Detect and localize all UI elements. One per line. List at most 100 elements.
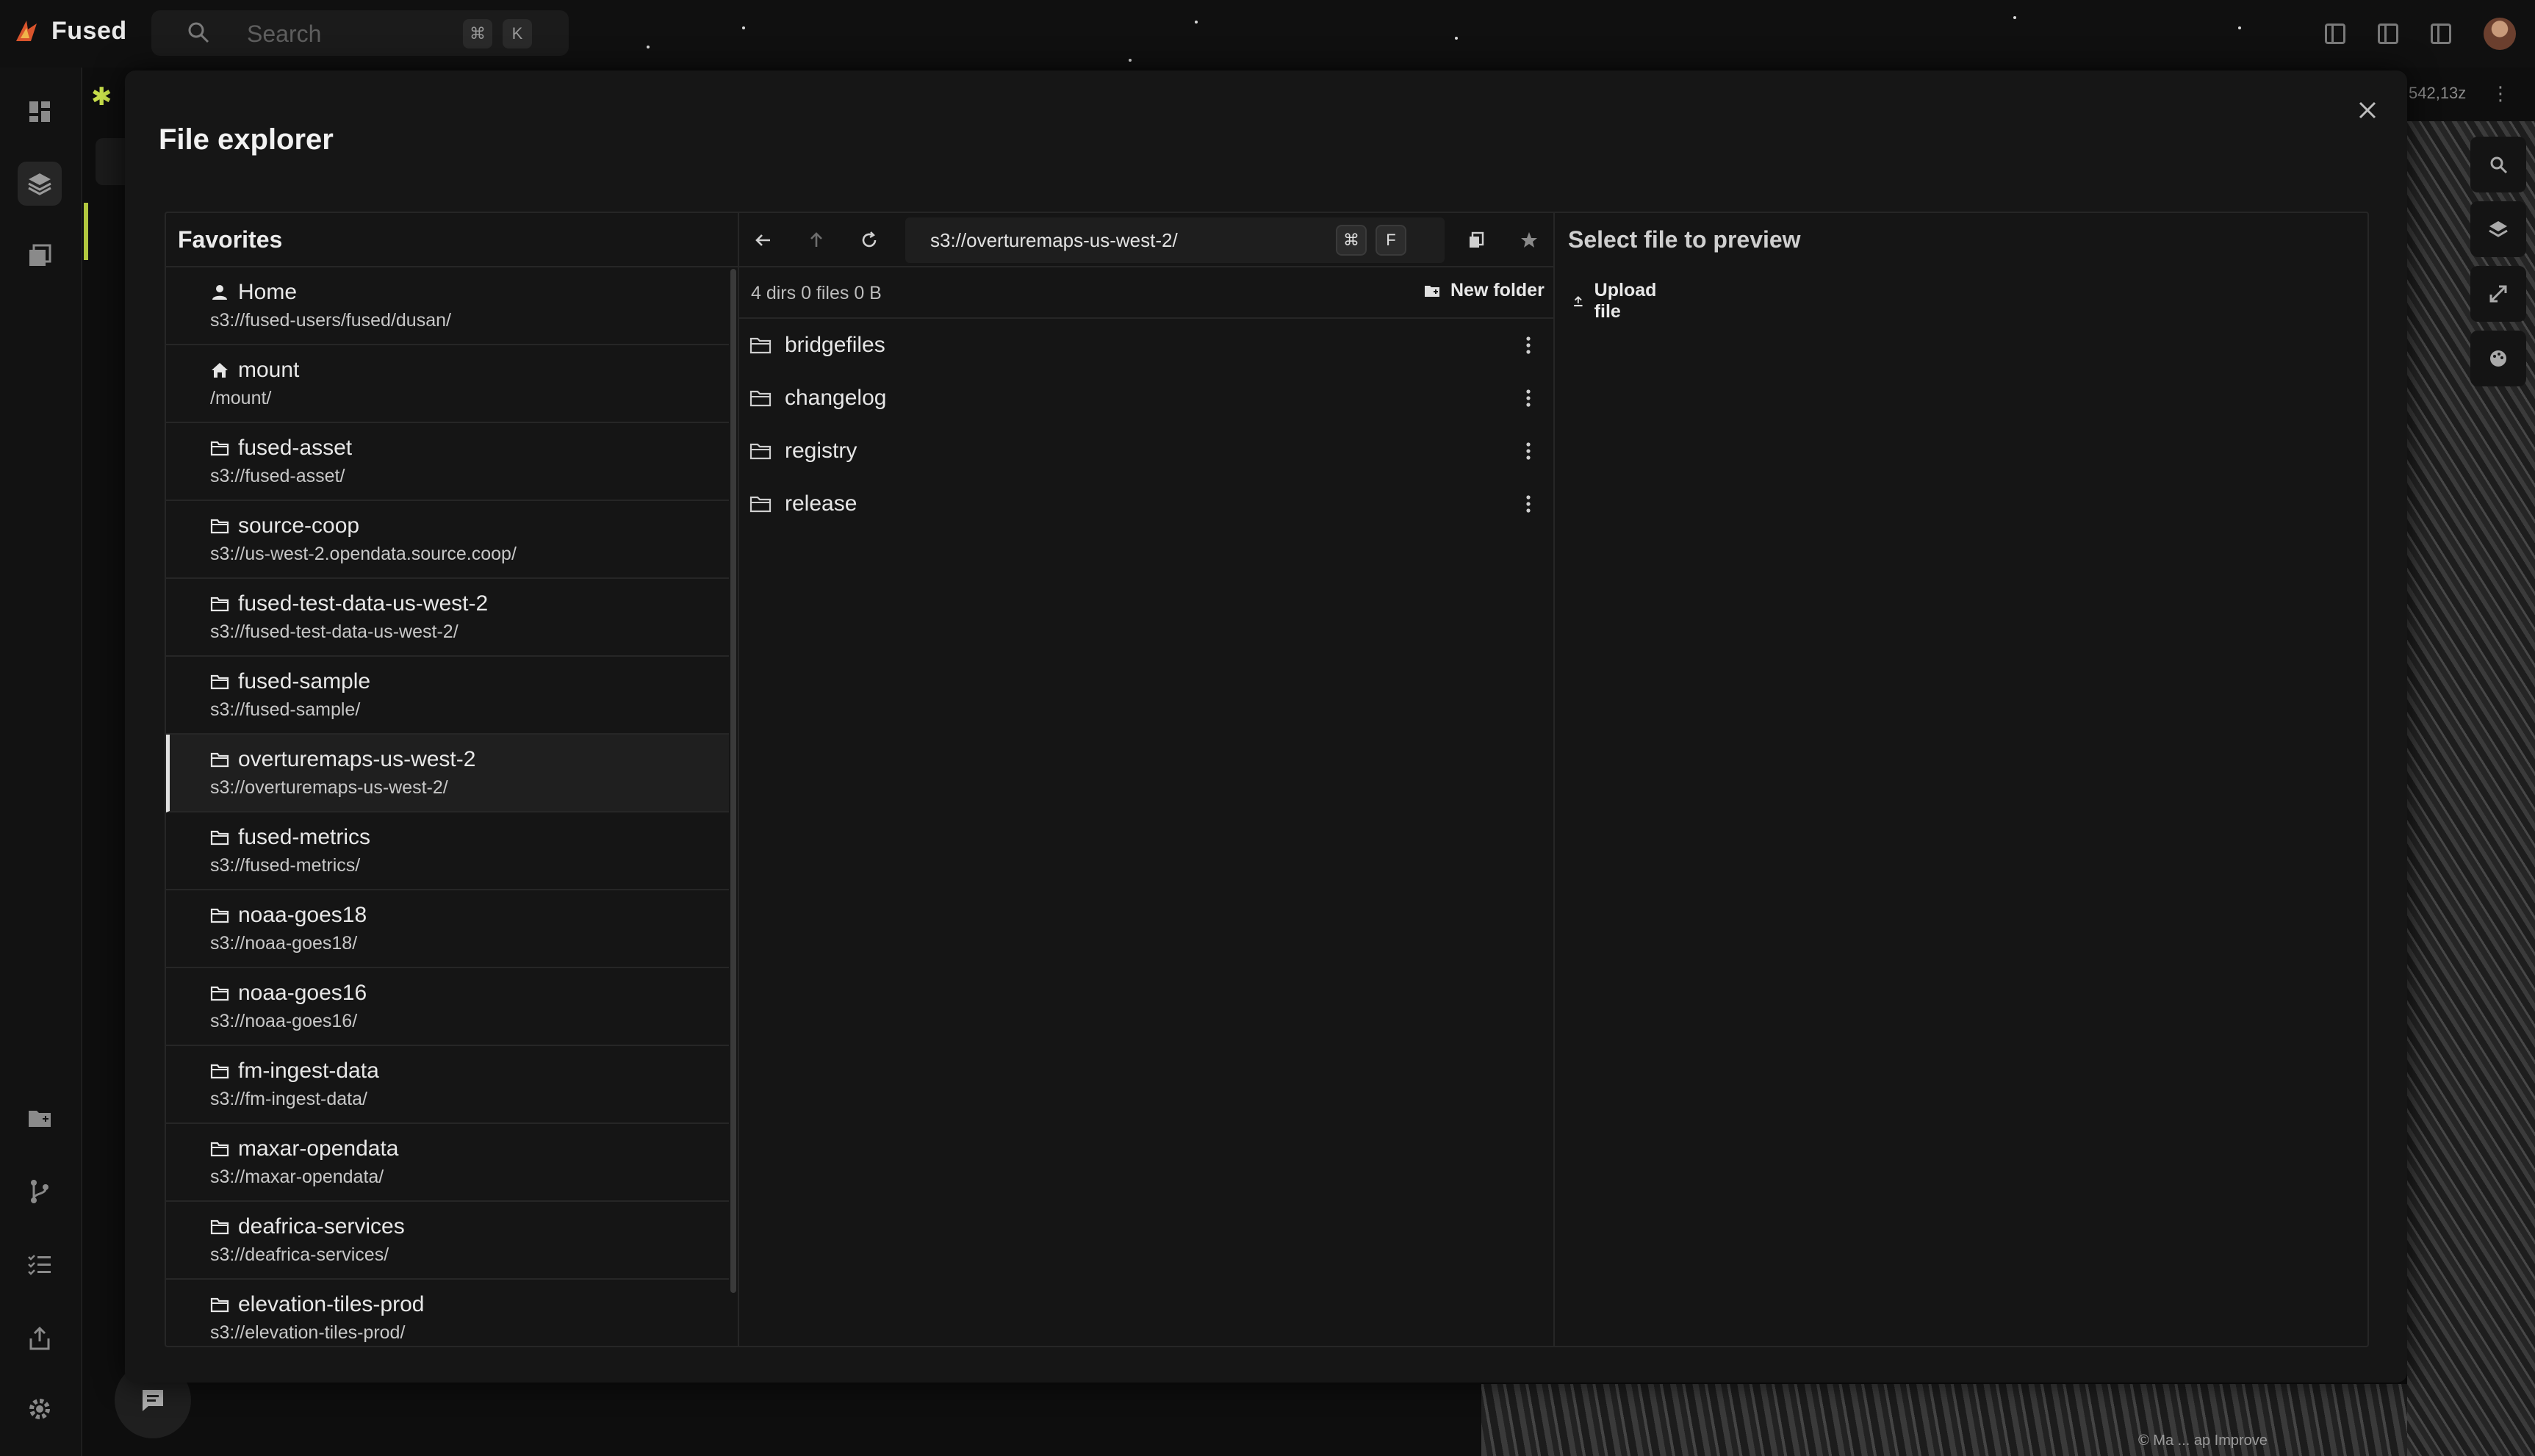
favorite-item[interactable]: fused-test-data-us-west-2 s3://fused-test… [166,579,729,657]
fused-logo-icon [16,21,37,41]
search-icon [2490,156,2508,174]
favorite-item[interactable]: noaa-goes16 s3://noaa-goes16/ [166,968,729,1046]
chat-icon [143,1390,163,1411]
directory-row[interactable]: bridgefiles [739,319,1553,372]
center-panel-toggle-icon[interactable] [2378,24,2398,44]
more-options-button[interactable] [1524,388,1533,408]
left-panel-toggle-icon[interactable] [2325,24,2345,44]
decor-dot [2238,26,2241,29]
more-vertical-icon [1526,442,1531,460]
map-attribution: © Ma ... ap Improve [2138,1432,2268,1449]
map-tools [2470,137,2526,386]
app-logo[interactable]: Fused [12,16,127,46]
rail-catalog-button[interactable] [18,234,62,278]
folder-icon [210,1219,229,1235]
task-list-icon [28,1255,51,1275]
close-button[interactable] [2350,93,2385,128]
map-style-button[interactable] [2470,331,2526,386]
favorite-name-row: mount [210,356,729,385]
more-options-button[interactable] [1524,441,1533,461]
favorite-item[interactable]: elevation-tiles-prod s3://elevation-tiles… [166,1280,729,1346]
favorite-path: s3://noaa-goes16/ [210,1011,358,1031]
dashboard-icon [29,101,50,122]
path-input[interactable]: s3://overturemaps-us-west-2/ ⌘ F [905,217,1445,263]
folder-icon [210,830,229,846]
favorite-name: deafrica-services [238,1214,405,1239]
map-search-button[interactable] [2470,137,2526,192]
copy-path-button[interactable] [1464,228,1489,253]
search-shortcut-key: K [503,19,532,48]
favorite-item[interactable]: noaa-goes18 s3://noaa-goes18/ [166,890,729,968]
folder-icon [210,752,229,768]
rail-settings-button[interactable] [18,1387,62,1431]
up-button[interactable] [804,228,829,253]
favorite-path: /mount/ [210,388,272,408]
favorite-name-row: overturemaps-us-west-2 [210,745,729,774]
favorite-item[interactable]: maxar-opendata s3://maxar-opendata/ [166,1124,729,1202]
favorite-item[interactable]: fused-asset s3://fused-asset/ [166,423,729,501]
files-toolbar: s3://overturemaps-us-west-2/ ⌘ F [739,213,1553,267]
refresh-button[interactable] [857,228,882,253]
directory-row[interactable]: changelog [739,372,1553,425]
map-more-icon[interactable]: ⋮ [2491,82,2510,105]
rail-dashboard-button[interactable] [18,90,62,134]
files-column: s3://overturemaps-us-west-2/ ⌘ F 4 dirs … [739,213,1656,1346]
favorite-name: noaa-goes18 [238,903,367,927]
folder-plus-icon [1425,285,1439,297]
favorite-name: fused-metrics [238,825,371,849]
favorite-item[interactable]: fused-sample s3://fused-sample/ [166,657,729,735]
favorite-name-row: source-coop [210,511,729,541]
map-expand-button[interactable] [2470,266,2526,322]
favorite-item[interactable]: fused-metrics s3://fused-metrics/ [166,812,729,890]
favorite-item[interactable]: source-coop s3://us-west-2.opendata.sourc… [166,501,729,579]
rail-share-button[interactable] [18,1316,62,1361]
path-input-value: s3://overturemaps-us-west-2/ [930,229,1178,251]
rail-git-button[interactable] [18,1170,62,1214]
directory-row[interactable]: release [739,477,1553,530]
git-branch-icon [31,1180,48,1203]
favorite-path: s3://noaa-goes18/ [210,933,358,954]
favorite-name: elevation-tiles-prod [238,1292,425,1316]
arrow-left-icon [755,234,770,246]
new-folder-button[interactable]: New folder [1424,280,1545,301]
decor-dot [1455,37,1458,40]
decor-dot [2013,16,2016,19]
rail-layers-button[interactable] [18,162,62,206]
rail-tasks-button[interactable] [18,1243,62,1287]
bg-accent-bar [84,203,88,260]
rail-files-button[interactable] [18,1096,62,1140]
favorite-name-row: fused-metrics [210,823,729,852]
favorite-item[interactable]: fm-ingest-data s3://fm-ingest-data/ [166,1046,729,1124]
directory-name: bridgefiles [785,333,885,357]
map-view-bottom[interactable] [1481,1384,2407,1456]
directory-name: registry [785,439,857,463]
back-button[interactable] [751,228,776,253]
favorite-item[interactable]: deafrica-services s3://deafrica-services/ [166,1202,729,1280]
layers-icon [2489,221,2508,237]
user-avatar[interactable] [2484,18,2516,50]
modal-title: File explorer [159,123,334,156]
favorite-name: fused-asset [238,436,353,460]
preview-placeholder: Select file to preview [1568,226,1801,253]
favorite-item[interactable]: mount/mount/ [166,345,729,423]
map-layers-button[interactable] [2470,201,2526,257]
path-shortcut-cmd: ⌘ [1336,225,1367,256]
files-stats-bar: 4 dirs 0 files 0 B New folder Upload fil… [739,267,1656,322]
top-bar: Fused Search ⌘ K [0,0,2535,68]
favorite-name: mount [238,358,300,382]
favorite-name-row: elevation-tiles-prod [210,1290,729,1319]
global-search[interactable]: Search ⌘ K [151,10,569,56]
more-options-button[interactable] [1524,335,1533,356]
favorite-item[interactable]: overturemaps-us-west-2 s3://overturemaps-… [166,735,729,812]
favorite-item[interactable]: Home s3://fused-users/fused/dusan/ [166,267,729,345]
favorite-name-row: deafrica-services [210,1212,729,1241]
favorites-scrollbar[interactable] [730,269,736,1293]
favorite-path: s3://fused-users/fused/dusan/ [210,310,451,331]
preview-column: Select file to preview [1556,213,2367,1346]
favorite-name: noaa-goes16 [238,981,367,1005]
more-options-button[interactable] [1524,494,1533,514]
favorite-toggle-button[interactable] [1517,228,1542,253]
right-panel-toggle-icon[interactable] [2431,24,2451,44]
directory-row[interactable]: registry [739,425,1553,477]
favorite-path: s3://fused-sample/ [210,699,361,720]
